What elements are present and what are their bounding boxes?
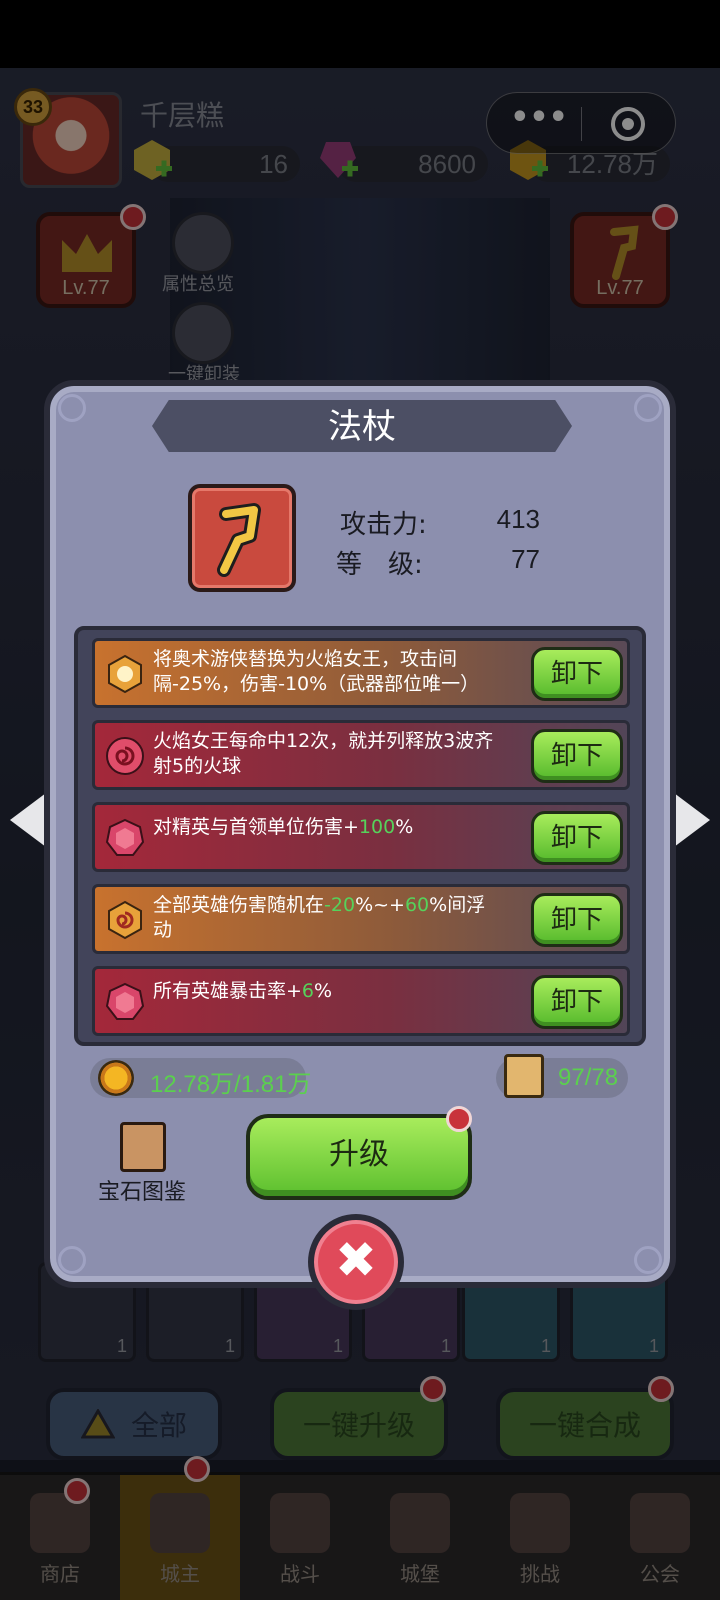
effect-text-part: %~+ (355, 894, 405, 916)
close-dialog-button[interactable]: ✖ (308, 1214, 404, 1310)
fragment-cost-text: 97/78 (558, 1064, 619, 1091)
corner-ornament (634, 1246, 662, 1274)
scroll-fragment-icon (504, 1054, 544, 1098)
gem-atlas-label[interactable]: 宝石图鉴 (98, 1174, 186, 1206)
effect-value: -20 (324, 894, 356, 916)
gem-effect-row: 对精英与首领单位伤害+100% 卸下 (92, 802, 630, 872)
gem-effect-row: 火焰女王每命中12次，就并列释放3波齐射5的火球 卸下 (92, 720, 630, 790)
effect-text-part: 全部英雄伤害随机在 (153, 894, 325, 916)
orange-sun-gem-icon (108, 654, 142, 694)
effect-value: 60 (404, 894, 430, 916)
gem-effect-row: 将奥术游侠替换为火焰女王，攻击间隔-25%，伤害-10%（武器部位唯一） 卸下 (92, 638, 630, 708)
next-item-arrow[interactable] (670, 790, 710, 850)
unequip-button[interactable]: 卸下 (531, 647, 623, 701)
red-gem-icon (105, 982, 145, 1020)
corner-ornament (58, 1246, 86, 1274)
attack-value: 413 (496, 504, 540, 534)
effect-text-part: 所有英雄暴击率+ (153, 980, 302, 1002)
corner-ornament (58, 394, 86, 422)
orange-spiral-gem-icon (108, 900, 142, 940)
gold-cost-text: 12.78万/1.81万 (150, 1071, 312, 1098)
status-bar (0, 0, 720, 68)
effect-text-part: % (395, 816, 414, 838)
gem-effect-text: 对精英与首领单位伤害+100% (153, 815, 503, 840)
equipment-detail-dialog: 法杖 攻击力: 413 等 级: 77 将奥术游侠替换为火焰女王，攻击间隔-25… (44, 380, 676, 1288)
gem-effect-text: 所有英雄暴击率+6% (153, 979, 503, 1004)
attack-label: 攻击力: (340, 510, 427, 540)
gold-coin-icon (98, 1060, 134, 1096)
red-spiral-gem-icon (106, 737, 144, 775)
effect-text-part: 对精英与首领单位伤害+ (153, 816, 359, 838)
effect-text-part: % (314, 980, 333, 1002)
corner-ornament (634, 394, 662, 422)
level-value: 77 (511, 544, 540, 574)
gem-effects-list: 将奥术游侠替换为火焰女王，攻击间隔-25%，伤害-10%（武器部位唯一） 卸下 … (74, 626, 646, 1046)
effect-value: 100 (358, 816, 396, 838)
unequip-button[interactable]: 卸下 (531, 893, 623, 947)
unequip-button[interactable]: 卸下 (531, 729, 623, 783)
item-icon-frame (188, 484, 296, 592)
effect-value: 6 (301, 980, 315, 1002)
notification-dot (446, 1106, 472, 1132)
gem-effect-row: 全部英雄伤害随机在-20%~+60%间浮动 卸下 (92, 884, 630, 954)
gem-effect-row: 所有英雄暴击率+6% 卸下 (92, 966, 630, 1036)
book-icon[interactable] (120, 1122, 166, 1172)
unequip-button[interactable]: 卸下 (531, 975, 623, 1029)
staff-icon (217, 503, 261, 577)
unequip-button[interactable]: 卸下 (531, 811, 623, 865)
dialog-title: 法杖 (328, 407, 396, 447)
gem-effect-text: 将奥术游侠替换为火焰女王，攻击间隔-25%，伤害-10%（武器部位唯一） (153, 648, 480, 695)
upgrade-button[interactable]: 升级 (246, 1114, 472, 1200)
gem-effect-text: 全部英雄伤害随机在-20%~+60%间浮动 (153, 893, 503, 943)
level-label: 等 级: (336, 550, 423, 580)
red-gem-icon (105, 818, 145, 856)
gem-effect-text: 火焰女王每命中12次，就并列释放3波齐射5的火球 (153, 730, 494, 777)
